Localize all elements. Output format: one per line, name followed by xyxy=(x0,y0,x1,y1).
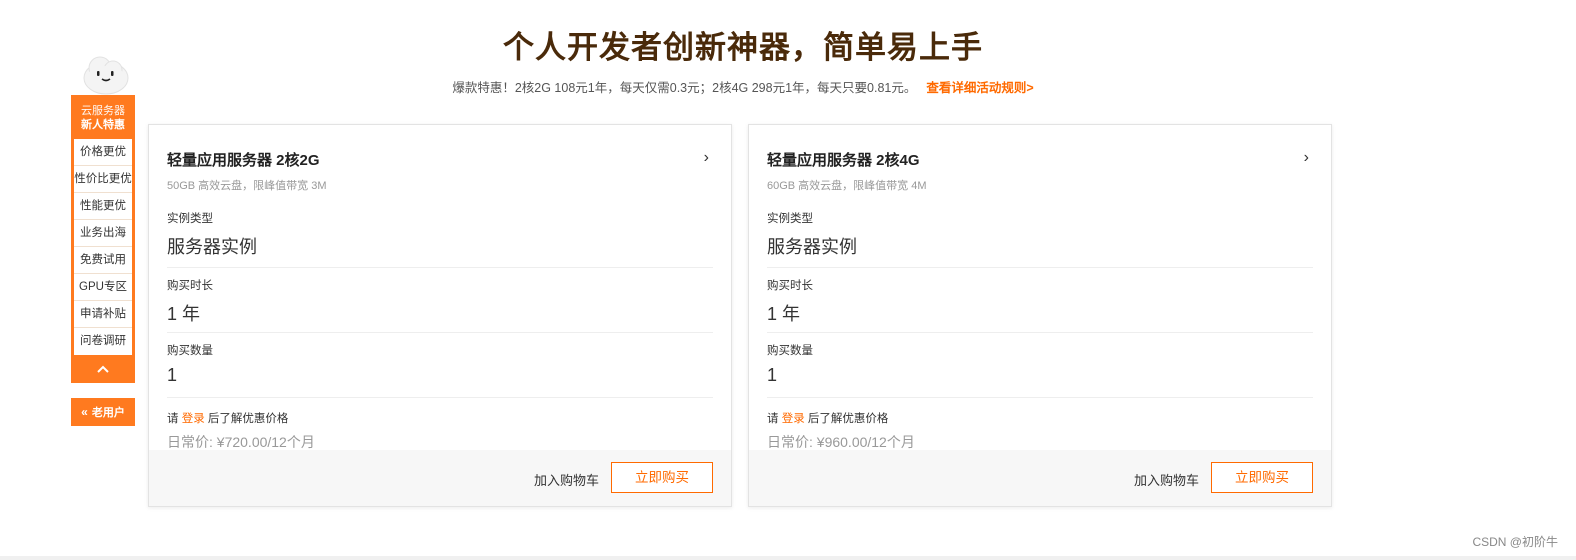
field-label: 购买时长 xyxy=(767,280,813,292)
field-duration: 购买时长 1 年 xyxy=(167,268,713,333)
cloud-mascot-icon xyxy=(83,56,129,95)
side-nav-item-price[interactable]: 价格更优 xyxy=(74,139,132,166)
field-value[interactable]: 1 年 xyxy=(167,300,713,326)
side-nav-item-overseas[interactable]: 业务出海 xyxy=(74,220,132,247)
login-link[interactable]: 登录 xyxy=(182,413,205,425)
side-nav-list: 价格更优 性价比更优 性能更优 业务出海 免费试用 GPU专区 申请补贴 问卷调… xyxy=(71,139,135,355)
field-instance-type: 实例类型 服务器实例 xyxy=(167,206,713,268)
card-footer: 加入购物车 立即购买 xyxy=(749,450,1331,506)
watermark: CSDN @初阶牛 xyxy=(1472,535,1558,549)
chevron-right-icon[interactable]: › xyxy=(704,149,709,167)
side-nav-header-line2: 新人特惠 xyxy=(81,119,125,131)
chevron-right-icon[interactable]: › xyxy=(1304,149,1309,167)
field-label: 购买数量 xyxy=(167,345,213,357)
card-title: 轻量应用服务器 2核4G xyxy=(767,152,920,169)
buy-now-button[interactable]: 立即购买 xyxy=(1211,462,1313,493)
field-label: 购买数量 xyxy=(767,345,813,357)
field-value[interactable]: 服务器实例 xyxy=(167,233,713,259)
side-nav-header-line1: 云服务器 xyxy=(81,105,125,117)
field-value[interactable]: 1 xyxy=(767,365,1313,386)
side-nav-item-survey[interactable]: 问卷调研 xyxy=(74,328,132,355)
login-suffix: 后了解优惠价格 xyxy=(204,413,289,425)
card-footer: 加入购物车 立即购买 xyxy=(149,450,731,506)
field-quantity: 购买数量 1 xyxy=(167,333,713,398)
card-desc: 50GB 高效云盘，限峰值带宽 3M xyxy=(167,180,327,192)
side-nav-item-performance[interactable]: 性能更优 xyxy=(74,193,132,220)
field-label: 购买时长 xyxy=(167,280,213,292)
field-quantity: 购买数量 1 xyxy=(767,333,1313,398)
add-to-cart-button[interactable]: 加入购物车 xyxy=(534,470,599,489)
card-desc: 60GB 高效云盘，限峰值带宽 4M xyxy=(767,180,927,192)
promo-subtitle: 爆款特惠！2核2G 108元1年，每天仅需0.3元；2核4G 298元1年，每天… xyxy=(0,77,1486,96)
login-hint: 请 登录 后了解优惠价格 xyxy=(767,410,1313,426)
add-to-cart-button[interactable]: 加入购物车 xyxy=(1134,470,1199,489)
product-card-2c2g: 轻量应用服务器 2核2G › 50GB 高效云盘，限峰值带宽 3M 实例类型 服… xyxy=(148,124,732,507)
field-value[interactable]: 服务器实例 xyxy=(767,233,1313,259)
field-instance-type: 实例类型 服务器实例 xyxy=(767,206,1313,268)
field-duration: 购买时长 1 年 xyxy=(767,268,1313,333)
old-user-button[interactable]: «老用户 xyxy=(71,398,135,426)
page-title: 个人开发者创新神器，简单易上手 xyxy=(503,30,983,66)
field-value[interactable]: 1 xyxy=(167,365,713,386)
rules-link[interactable]: 查看详细活动规则> xyxy=(926,81,1033,95)
login-suffix: 后了解优惠价格 xyxy=(804,413,889,425)
side-nav-item-subsidy[interactable]: 申请补贴 xyxy=(74,301,132,328)
chevron-up-icon xyxy=(97,365,109,373)
buy-now-button[interactable]: 立即购买 xyxy=(611,462,713,493)
login-prefix: 请 xyxy=(167,413,182,425)
bottom-divider xyxy=(0,556,1576,560)
old-user-label: 老用户 xyxy=(91,407,125,419)
promo-text: 爆款特惠！2核2G 108元1年，每天仅需0.3元；2核4G 298元1年，每天… xyxy=(452,81,917,95)
field-value[interactable]: 1 年 xyxy=(767,300,1313,326)
field-label: 实例类型 xyxy=(167,213,213,225)
side-nav-item-gpu[interactable]: GPU专区 xyxy=(74,274,132,301)
regular-price: 日常价: ¥720.00/12个月 xyxy=(167,434,315,450)
login-hint: 请 登录 后了解优惠价格 xyxy=(167,410,713,426)
side-nav-collapse-button[interactable] xyxy=(71,355,135,383)
side-nav-header[interactable]: 云服务器 新人特惠 xyxy=(71,95,135,139)
side-nav: 云服务器 新人特惠 价格更优 性价比更优 性能更优 业务出海 免费试用 GPU专… xyxy=(71,95,135,383)
field-label: 实例类型 xyxy=(767,213,813,225)
card-title: 轻量应用服务器 2核2G xyxy=(167,152,320,169)
regular-price: 日常价: ¥960.00/12个月 xyxy=(767,434,915,450)
side-nav-item-value[interactable]: 性价比更优 xyxy=(74,166,132,193)
double-chevron-left-icon: « xyxy=(81,405,88,419)
login-prefix: 请 xyxy=(767,413,782,425)
login-link[interactable]: 登录 xyxy=(782,413,805,425)
product-card-2c4g: 轻量应用服务器 2核4G › 60GB 高效云盘，限峰值带宽 4M 实例类型 服… xyxy=(748,124,1332,507)
side-nav-item-free-trial[interactable]: 免费试用 xyxy=(74,247,132,274)
